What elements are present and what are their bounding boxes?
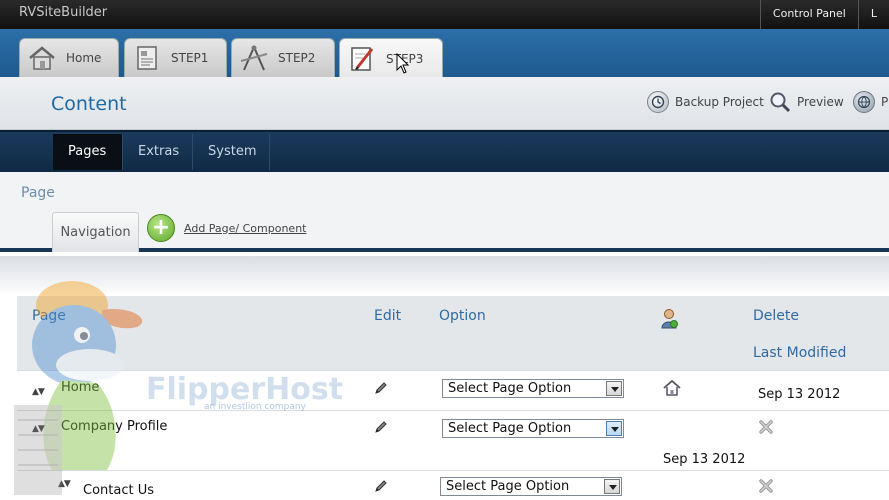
page-name: Company Profile: [61, 419, 168, 434]
drafting-tools-icon: [238, 43, 270, 73]
move-arrows-icon[interactable]: ▲▼: [58, 479, 71, 489]
publish-globe-icon: [853, 91, 875, 113]
content-header: Content Backup Project Preview P: [0, 77, 889, 130]
tab-home[interactable]: Home: [19, 38, 119, 77]
chevron-down-icon[interactable]: [606, 381, 622, 396]
edit-pencil-icon: [346, 44, 378, 74]
tab-step2[interactable]: STEP2: [231, 38, 335, 77]
backup-project-label: Backup Project: [675, 95, 764, 109]
page-section: Page Navigation + Add Page/ Component: [0, 172, 889, 252]
app-brand: RVSiteBuilder: [19, 5, 108, 20]
delete-x-icon[interactable]: [758, 478, 774, 498]
tab-extras[interactable]: Extras: [123, 134, 193, 170]
add-page-component-button[interactable]: + Add Page/ Component: [147, 214, 307, 242]
step-tab-bar: Home STEP1 STEP2 STEP3: [0, 29, 889, 79]
tab-step1[interactable]: STEP1: [124, 38, 227, 77]
last-modified: Sep 13 2012: [758, 387, 841, 402]
table-row: ▲▼ Company Profile Select Page Option Se…: [17, 410, 889, 470]
top-link-l[interactable]: L: [857, 0, 889, 29]
table-row: ▲▼ Contact Us Select Page Option: [17, 470, 889, 500]
edit-pencil-icon[interactable]: [373, 478, 389, 498]
column-header-last-modified[interactable]: Last Modified: [753, 345, 846, 361]
last-modified: Sep 13 2012: [663, 452, 746, 467]
tab-system[interactable]: System: [193, 134, 270, 170]
user-status-icon: [661, 308, 679, 334]
edit-pencil-icon[interactable]: [373, 380, 389, 400]
page-title: Content: [51, 93, 127, 115]
control-panel-link[interactable]: Control Panel: [759, 0, 858, 29]
column-header-edit: Edit: [374, 308, 402, 324]
document-form-icon: [131, 43, 163, 73]
chevron-down-icon[interactable]: [604, 479, 620, 494]
add-plus-icon: +: [147, 214, 175, 242]
edit-pencil-icon[interactable]: [373, 419, 389, 439]
mouse-cursor-icon: [396, 53, 410, 74]
tab-label: STEP2: [278, 51, 316, 65]
tab-label: STEP1: [171, 51, 209, 65]
column-header-option: Option: [439, 308, 486, 324]
tab-navigation[interactable]: Navigation: [52, 212, 139, 252]
page-option-select[interactable]: Select Page Option: [442, 419, 624, 438]
publish-button[interactable]: P: [853, 91, 888, 113]
delete-x-icon[interactable]: [758, 419, 774, 439]
preview-label: Preview: [797, 95, 844, 109]
table-row: ▲▼ Home Select Page Option Sep 13 2012: [17, 370, 889, 410]
column-header-delete: Delete: [753, 308, 799, 324]
backup-clock-icon: [647, 91, 669, 113]
top-bar: RVSiteBuilder Control Panel L: [0, 0, 889, 29]
table-header: Page Edit Option Delete Last Modified: [17, 296, 889, 370]
top-links: Control Panel L: [759, 0, 889, 29]
magnifier-icon: [769, 91, 791, 113]
page-option-select[interactable]: Select Page Option: [440, 477, 622, 496]
tab-step3[interactable]: STEP3: [339, 38, 443, 79]
publish-label: P: [881, 95, 889, 109]
column-header-page[interactable]: Page: [32, 308, 66, 324]
tab-pages[interactable]: Pages: [53, 134, 123, 170]
sub-navigation: Pages Extras System: [0, 130, 889, 172]
add-page-link[interactable]: Add Page/ Component: [184, 222, 307, 235]
backup-project-button[interactable]: Backup Project: [647, 91, 764, 113]
page-name: Home: [61, 380, 100, 395]
move-arrows-icon[interactable]: ▲▼: [32, 387, 45, 397]
select-value: Select Page Option: [446, 479, 570, 494]
preview-button[interactable]: Preview: [769, 91, 844, 113]
select-value: Select Page Option: [448, 381, 572, 396]
tab-label: Home: [66, 51, 102, 65]
page-section-label: Page: [21, 185, 55, 201]
page-name: Contact Us: [83, 483, 154, 498]
page-option-select[interactable]: Select Page Option: [442, 379, 624, 398]
move-arrows-icon[interactable]: ▲▼: [32, 424, 45, 434]
chevron-down-icon[interactable]: [606, 421, 622, 436]
home-icon: [663, 379, 681, 400]
select-value: Select Page Option: [448, 421, 572, 436]
section-divider: [0, 256, 889, 296]
house-icon: [26, 43, 58, 73]
